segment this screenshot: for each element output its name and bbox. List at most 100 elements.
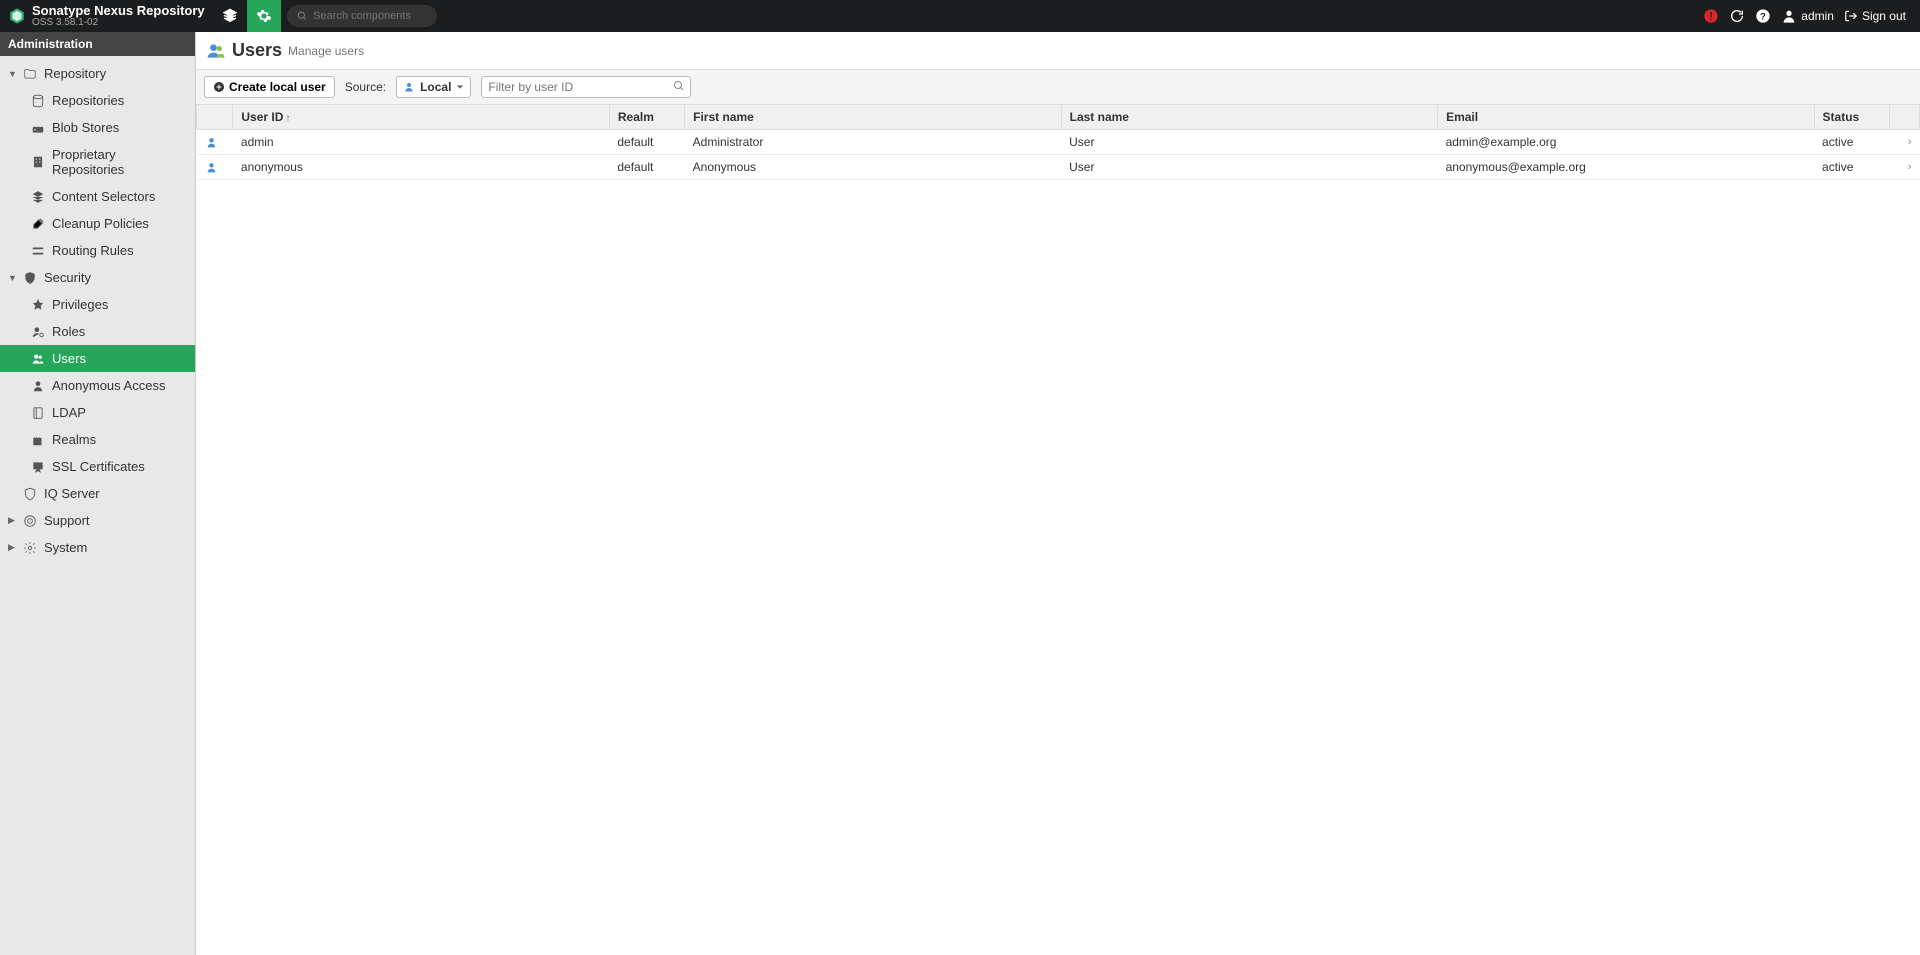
page-header: Users Manage users bbox=[196, 32, 1920, 70]
sidebar-item-privileges[interactable]: Privileges bbox=[0, 291, 195, 318]
source-select[interactable]: Local bbox=[396, 76, 471, 98]
sidebar-section-label: Support bbox=[44, 513, 187, 528]
sidebar-item-label: Privileges bbox=[52, 297, 187, 312]
page-title: Users bbox=[232, 40, 282, 61]
sidebar-item-users[interactable]: Users bbox=[0, 345, 195, 372]
expand-toggle-icon: ▼ bbox=[8, 273, 18, 283]
main-content: Users Manage users Create local user Sou… bbox=[196, 32, 1920, 955]
browse-mode-button[interactable] bbox=[213, 0, 247, 32]
sidebar-item-label: Roles bbox=[52, 324, 187, 339]
filter-search-icon[interactable] bbox=[673, 80, 685, 92]
cell-email: admin@example.org bbox=[1438, 130, 1814, 155]
admin-sidebar: Administration ▼ Repository Repositories Bl… bbox=[0, 32, 196, 955]
folder-icon bbox=[22, 67, 38, 81]
sidebar-item-label: Proprietary Repositories bbox=[52, 147, 187, 177]
users-toolbar: Create local user Source: Local bbox=[196, 70, 1920, 105]
sidebar-section-support[interactable]: ▶ Support bbox=[0, 507, 195, 534]
cell-realm: default bbox=[609, 155, 684, 180]
table-header-firstname[interactable]: First name bbox=[685, 105, 1061, 130]
sidebar-item-label: Cleanup Policies bbox=[52, 216, 187, 231]
table-header-lastname[interactable]: Last name bbox=[1061, 105, 1437, 130]
table-header-status[interactable]: Status bbox=[1814, 105, 1889, 130]
sidebar-item-label: Realms bbox=[52, 432, 187, 447]
row-user-icon bbox=[197, 130, 233, 155]
nexus-logo-icon bbox=[8, 7, 26, 25]
layers-icon bbox=[30, 190, 46, 204]
table-header-realm[interactable]: Realm bbox=[609, 105, 684, 130]
badge-icon bbox=[30, 298, 46, 312]
sidebar-section-iq-server[interactable]: IQ Server bbox=[0, 480, 195, 507]
building-icon bbox=[30, 155, 46, 169]
table-header-userid[interactable]: User ID↑ bbox=[233, 105, 609, 130]
table-row[interactable]: anonymousdefaultAnonymousUseranonymous@e… bbox=[197, 155, 1920, 180]
cell-status: active bbox=[1814, 130, 1889, 155]
table-header-email[interactable]: Email bbox=[1438, 105, 1814, 130]
sidebar-item-repositories[interactable]: Repositories bbox=[0, 87, 195, 114]
cell-first-name: Anonymous bbox=[685, 155, 1061, 180]
create-button-label: Create local user bbox=[229, 80, 326, 94]
sidebar-item-routing-rules[interactable]: Routing Rules bbox=[0, 237, 195, 264]
sidebar-item-proprietary-repositories[interactable]: Proprietary Repositories bbox=[0, 141, 195, 183]
sidebar-item-label: SSL Certificates bbox=[52, 459, 187, 474]
sidebar-section-label: Security bbox=[44, 270, 187, 285]
person-icon bbox=[30, 379, 46, 393]
alert-icon[interactable] bbox=[1703, 8, 1719, 24]
hdd-icon bbox=[30, 121, 46, 135]
help-icon[interactable]: ? bbox=[1755, 8, 1771, 24]
sidebar-item-anonymous-access[interactable]: Anonymous Access bbox=[0, 372, 195, 399]
sidebar-section-label: IQ Server bbox=[44, 486, 187, 501]
table-row[interactable]: admindefaultAdministratorUseradmin@examp… bbox=[197, 130, 1920, 155]
create-local-user-button[interactable]: Create local user bbox=[204, 76, 335, 98]
expand-toggle-icon: ▼ bbox=[8, 69, 18, 79]
current-user[interactable]: admin bbox=[1781, 8, 1834, 24]
sidebar-section-label: Repository bbox=[44, 66, 187, 81]
shield-icon bbox=[22, 487, 38, 501]
sidebar-section-repository[interactable]: ▼ Repository bbox=[0, 60, 195, 87]
lifering-icon bbox=[22, 514, 38, 528]
sidebar-item-content-selectors[interactable]: Content Selectors bbox=[0, 183, 195, 210]
global-search[interactable] bbox=[287, 5, 437, 27]
sidebar-item-label: Users bbox=[52, 351, 187, 366]
signout-link[interactable]: Sign out bbox=[1844, 9, 1906, 23]
expand-toggle-icon: ▶ bbox=[8, 515, 18, 526]
sidebar-item-label: Anonymous Access bbox=[52, 378, 187, 393]
signout-label: Sign out bbox=[1862, 9, 1906, 23]
page-subtitle: Manage users bbox=[288, 44, 364, 58]
table-header-icon bbox=[197, 105, 233, 130]
cell-last-name: User bbox=[1061, 155, 1437, 180]
sort-asc-icon: ↑ bbox=[285, 113, 290, 124]
cell-user-id: admin bbox=[233, 130, 609, 155]
sidebar-item-label: Routing Rules bbox=[52, 243, 187, 258]
svg-text:?: ? bbox=[1760, 11, 1766, 21]
sidebar-item-label: Blob Stores bbox=[52, 120, 187, 135]
source-value: Local bbox=[420, 80, 451, 94]
cell-user-id: anonymous bbox=[233, 155, 609, 180]
sidebar-item-blob-stores[interactable]: Blob Stores bbox=[0, 114, 195, 141]
userrole-icon bbox=[30, 325, 46, 339]
sidebar-item-ldap[interactable]: LDAP bbox=[0, 399, 195, 426]
sidebar-section-system[interactable]: ▶System bbox=[0, 534, 195, 561]
broom-icon bbox=[30, 217, 46, 231]
plus-icon bbox=[213, 81, 225, 93]
db-icon bbox=[30, 94, 46, 108]
sidebar-item-ssl-certificates[interactable]: SSL Certificates bbox=[0, 453, 195, 480]
filter-input[interactable] bbox=[481, 76, 691, 98]
sidebar-title: Administration bbox=[0, 32, 195, 56]
users-table: User ID↑ Realm First name Last name Emai… bbox=[196, 105, 1920, 180]
expand-toggle-icon: ▶ bbox=[8, 542, 18, 553]
admin-mode-button[interactable] bbox=[247, 0, 281, 32]
sidebar-item-realms[interactable]: Realms bbox=[0, 426, 195, 453]
security-icon bbox=[22, 271, 38, 285]
cell-email: anonymous@example.org bbox=[1438, 155, 1814, 180]
app-logo: Sonatype Nexus Repository OSS 3.58.1-02 bbox=[0, 4, 213, 28]
sidebar-item-cleanup-policies[interactable]: Cleanup Policies bbox=[0, 210, 195, 237]
sidebar-section-security[interactable]: ▼ Security bbox=[0, 264, 195, 291]
cell-last-name: User bbox=[1061, 130, 1437, 155]
sidebar-item-roles[interactable]: Roles bbox=[0, 318, 195, 345]
global-search-input[interactable] bbox=[313, 10, 427, 22]
refresh-icon[interactable] bbox=[1729, 8, 1745, 24]
signout-icon bbox=[1844, 9, 1858, 23]
app-header: Sonatype Nexus Repository OSS 3.58.1-02 … bbox=[0, 0, 1920, 32]
row-user-icon bbox=[197, 155, 233, 180]
castle-icon bbox=[30, 433, 46, 447]
